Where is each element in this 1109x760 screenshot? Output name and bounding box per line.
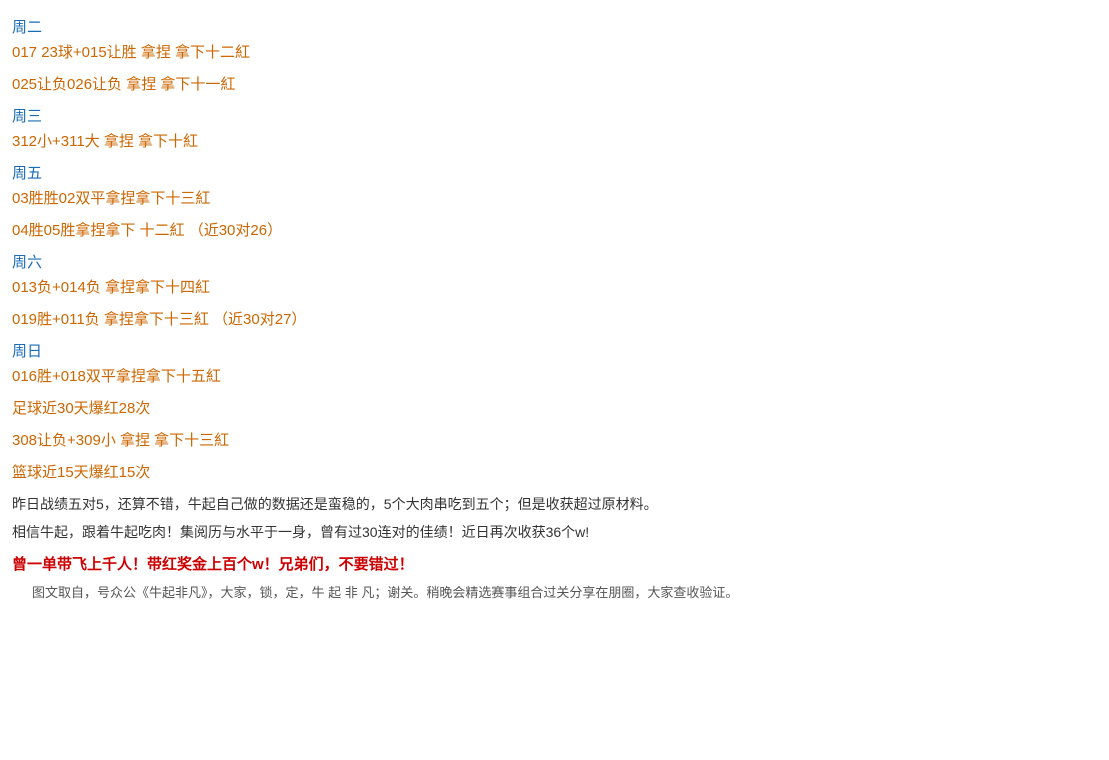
desc-line-2: 相信牛起，跟着牛起吃肉！集阅历与水平于一身，曾有过30连对的佳绩！近日再次收获3… xyxy=(12,521,1097,545)
day-tuesday-header: 周二 xyxy=(12,16,1097,37)
footer-line: 图文取自，号众公《牛起非凡》，大家，锁，定，牛 起 非 凡；谢关。稍晚会精选赛事… xyxy=(12,583,1097,604)
day-saturday-header: 周六 xyxy=(12,251,1097,272)
day-tuesday: 周二 017 23球+015让胜 拿捏 拿下十二紅 025让负026让负 拿捏 … xyxy=(12,16,1097,97)
sunday-line-1: 016胜+018双平拿捏拿下十五紅 xyxy=(12,365,1097,389)
desc-line-1: 昨日战绩五对5，还算不错，牛起自己做的数据还是蛮稳的，5个大肉串吃到五个；但是收… xyxy=(12,493,1097,517)
wednesday-line-1: 312小+311大 拿捏 拿下十紅 xyxy=(12,130,1097,154)
saturday-line-2: 019胜+011负 拿捏拿下十三紅 （近30对27） xyxy=(12,308,1097,332)
day-wednesday: 周三 312小+311大 拿捏 拿下十紅 xyxy=(12,105,1097,154)
day-friday-header: 周五 xyxy=(12,162,1097,183)
friday-line-1: 03胜胜02双平拿捏拿下十三紅 xyxy=(12,187,1097,211)
sunday-line-2: 308让负+309小 拿捏 拿下十三紅 xyxy=(12,429,1097,453)
sunday-stat-football: 足球近30天爆红28次 xyxy=(12,397,1097,421)
tuesday-line-2: 025让负026让负 拿捏 拿下十一紅 xyxy=(12,73,1097,97)
day-sunday: 周日 016胜+018双平拿捏拿下十五紅 足球近30天爆红28次 308让负+3… xyxy=(12,340,1097,485)
friday-line-2: 04胜05胜拿捏拿下 十二紅 （近30对26） xyxy=(12,219,1097,243)
promo-line: 曾一单带飞上千人！带红奖金上百个w！兄弟们，不要错过！ xyxy=(12,553,1097,577)
day-friday: 周五 03胜胜02双平拿捏拿下十三紅 04胜05胜拿捏拿下 十二紅 （近30对2… xyxy=(12,162,1097,243)
content-container: 周二 017 23球+015让胜 拿捏 拿下十二紅 025让负026让负 拿捏 … xyxy=(12,16,1097,603)
day-sunday-header: 周日 xyxy=(12,340,1097,361)
day-wednesday-header: 周三 xyxy=(12,105,1097,126)
sunday-stat-basketball: 篮球近15天爆红15次 xyxy=(12,461,1097,485)
tuesday-line-1: 017 23球+015让胜 拿捏 拿下十二紅 xyxy=(12,41,1097,65)
day-saturday: 周六 013负+014负 拿捏拿下十四紅 019胜+011负 拿捏拿下十三紅 （… xyxy=(12,251,1097,332)
saturday-line-1: 013负+014负 拿捏拿下十四紅 xyxy=(12,276,1097,300)
